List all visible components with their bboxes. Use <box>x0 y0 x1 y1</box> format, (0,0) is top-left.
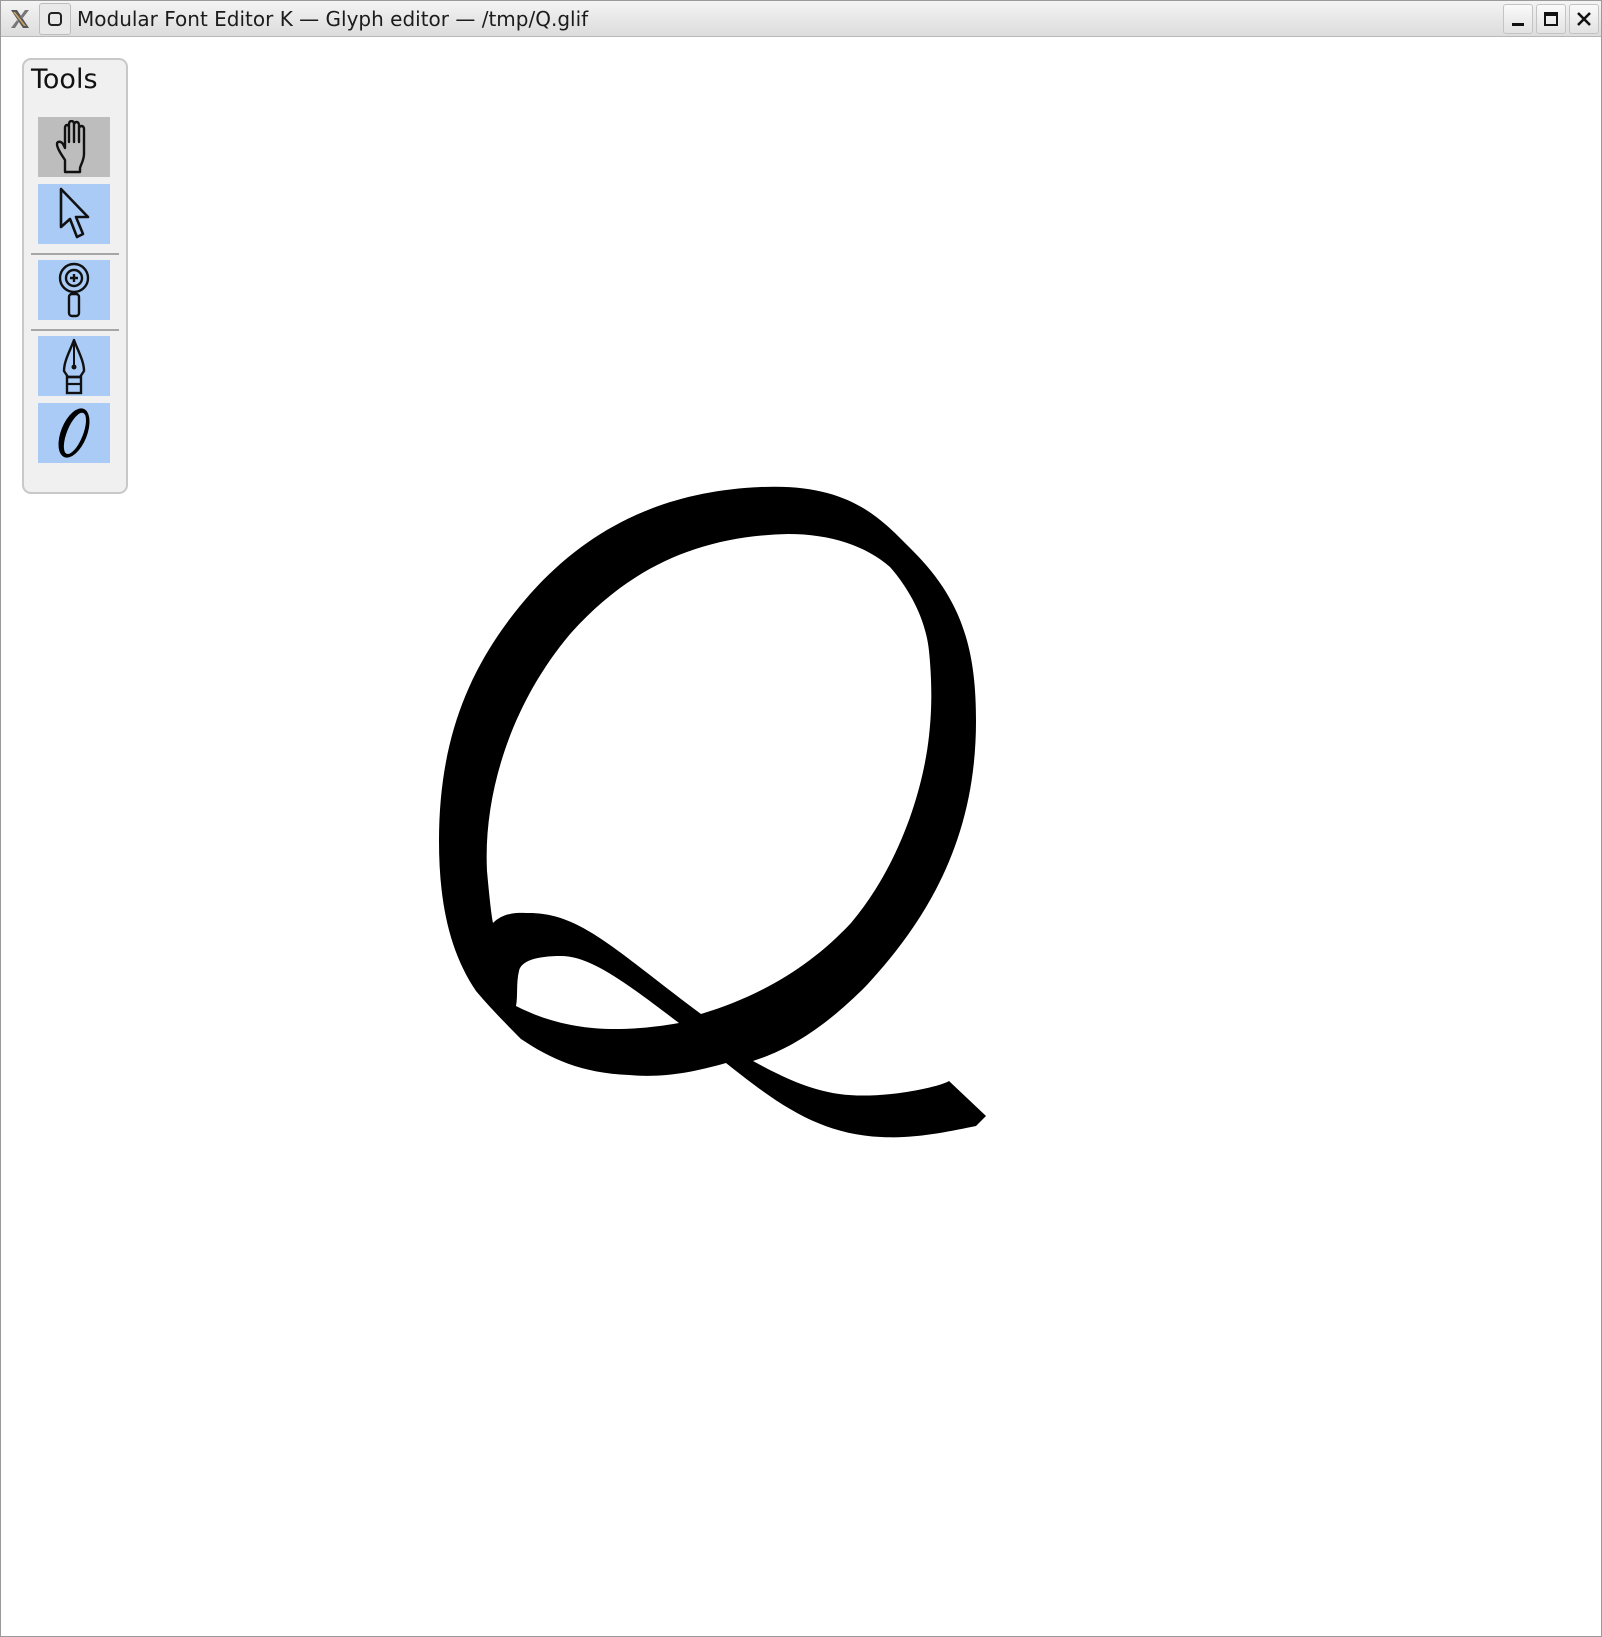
glyph-q-outline[interactable] <box>1 1 1601 1636</box>
ellipse-tool-button[interactable] <box>38 403 110 463</box>
pan-tool-button[interactable] <box>38 117 110 177</box>
pen-nib-icon <box>62 338 86 395</box>
hand-icon <box>55 120 86 174</box>
magnifier-icon <box>58 262 90 318</box>
editor-window: Modular Font Editor K — Glyph editor — /… <box>0 0 1602 1637</box>
zoom-tool-button[interactable] <box>38 260 110 320</box>
pen-tool-button[interactable] <box>38 336 110 396</box>
pointer-arrow-icon <box>59 187 90 239</box>
palette-divider <box>31 329 119 331</box>
tools-palette[interactable]: Tools <box>22 58 128 494</box>
palette-divider <box>31 253 119 255</box>
palette-title: Tools <box>31 64 98 95</box>
ellipse-icon <box>58 408 90 458</box>
select-tool-button[interactable] <box>38 184 110 244</box>
